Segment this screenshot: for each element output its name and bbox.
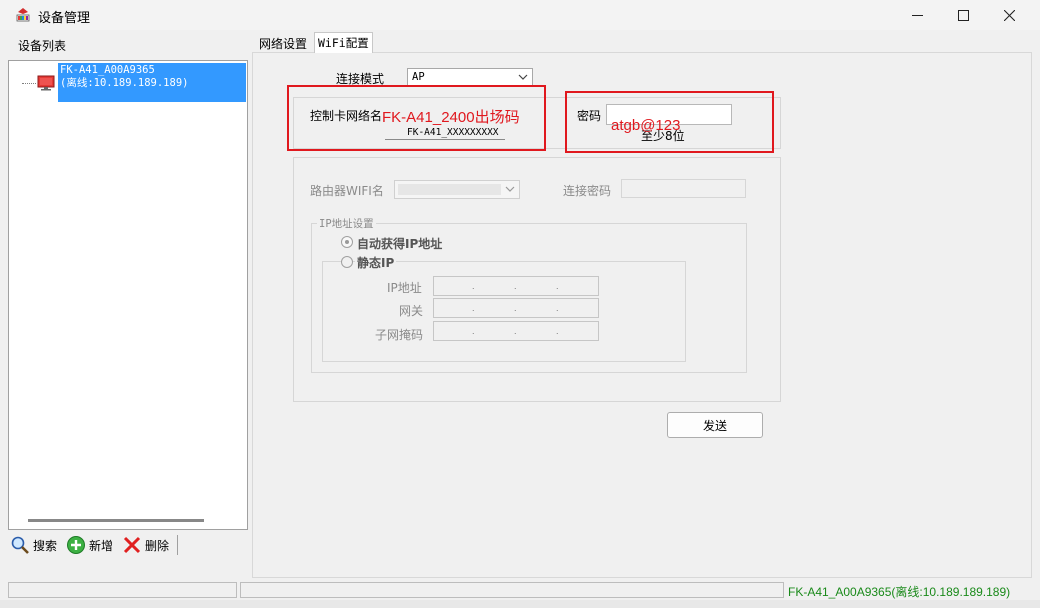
minimize-icon bbox=[911, 14, 923, 16]
send-button[interactable]: 发送 bbox=[667, 412, 763, 438]
subnet-mask-field[interactable]: ... bbox=[433, 321, 599, 341]
delete-x-icon bbox=[123, 536, 141, 554]
password-annotation: atgb@123 bbox=[611, 117, 681, 134]
minimize-button[interactable] bbox=[894, 0, 940, 30]
device-status: (离线:10.189.189.189) bbox=[60, 77, 189, 89]
gateway-field[interactable]: ... bbox=[433, 298, 599, 318]
close-icon bbox=[1003, 9, 1015, 21]
static-ip-radio[interactable] bbox=[341, 256, 353, 268]
auto-ip-label: 自动获得IP地址 bbox=[357, 237, 443, 251]
auto-ip-radio[interactable] bbox=[341, 236, 353, 248]
status-cell-1 bbox=[8, 582, 237, 598]
ssid-annotation: FK-A41_2400出场码 bbox=[382, 109, 520, 126]
tab-wifi-config[interactable]: WiFi配置 bbox=[314, 32, 373, 53]
ip-address-field[interactable]: ... bbox=[433, 276, 599, 296]
status-cell-2 bbox=[240, 582, 784, 598]
background-app-strip bbox=[0, 600, 1040, 608]
gateway-label: 网关 bbox=[399, 304, 424, 318]
monitor-icon bbox=[37, 75, 55, 91]
router-wifi-label: 路由器WIFI名 bbox=[310, 184, 384, 198]
delete-button[interactable]: 删除 bbox=[122, 535, 169, 555]
subnet-mask-label: 子网掩码 bbox=[375, 328, 424, 342]
add-label: 新增 bbox=[89, 538, 114, 553]
delete-label: 删除 bbox=[145, 538, 170, 553]
add-button[interactable]: 新增 bbox=[66, 535, 113, 555]
search-button[interactable]: 搜索 bbox=[10, 535, 57, 555]
device-name: FK-A41_A00A9365 bbox=[60, 64, 155, 76]
search-label: 搜索 bbox=[33, 538, 58, 553]
static-ip-label: 静态IP bbox=[355, 254, 397, 271]
status-device-text: FK-A41_A00A9365(离线:10.189.189.189) bbox=[788, 585, 1011, 599]
toolbar-separator bbox=[177, 535, 178, 555]
chevron-down-icon bbox=[505, 186, 515, 192]
window-title: 设备管理 bbox=[38, 11, 91, 26]
ip-address-label: IP地址 bbox=[387, 281, 422, 295]
connection-mode-value: AP bbox=[412, 71, 425, 83]
device-tree[interactable] bbox=[8, 60, 248, 530]
tree-connector bbox=[22, 83, 36, 84]
ip-group-title: IP地址设置 bbox=[317, 216, 376, 231]
router-wifi-placeholder bbox=[398, 184, 501, 195]
router-password-label: 连接密码 bbox=[563, 184, 612, 198]
tab-network-settings[interactable]: 网络设置 bbox=[256, 33, 310, 53]
chevron-down-icon bbox=[518, 74, 528, 80]
maximize-button[interactable] bbox=[940, 0, 986, 30]
magnifier-icon bbox=[11, 536, 29, 554]
app-logo-icon bbox=[16, 8, 30, 22]
router-password-input[interactable] bbox=[621, 179, 746, 198]
add-icon bbox=[67, 536, 85, 554]
maximize-icon bbox=[957, 9, 969, 21]
device-item-selected[interactable]: FK-A41_A00A9365 (离线:10.189.189.189) bbox=[58, 63, 246, 102]
close-button[interactable] bbox=[986, 0, 1032, 30]
horizontal-scrollbar[interactable] bbox=[28, 519, 204, 522]
device-list-title: 设备列表 bbox=[18, 39, 67, 53]
title-bar bbox=[0, 0, 1040, 30]
router-wifi-select[interactable] bbox=[394, 180, 520, 199]
